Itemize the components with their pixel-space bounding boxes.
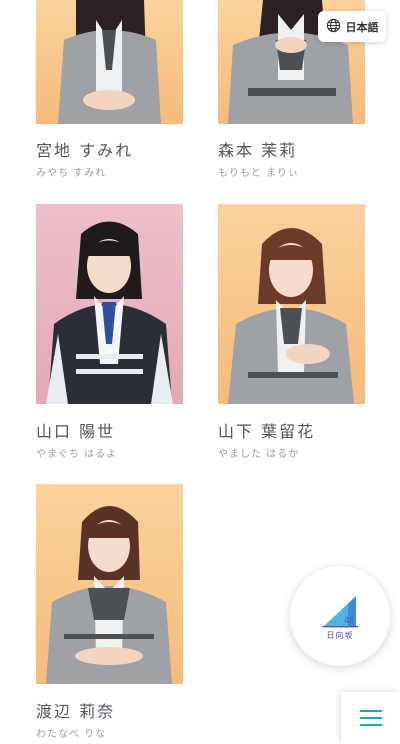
member-name[interactable]: 山下 葉留花 bbox=[218, 418, 315, 442]
member-kana: やまぐち はるよ bbox=[36, 449, 118, 460]
member-kana: みやち すみれ bbox=[36, 168, 107, 179]
member-name[interactable]: 森本 茉莉 bbox=[218, 137, 297, 161]
member-photo[interactable] bbox=[36, 484, 183, 684]
member-kana: もりもと まりぃ bbox=[218, 168, 299, 179]
language-label: 日本語 bbox=[345, 20, 379, 34]
member-kana: わたなべ りな bbox=[36, 729, 107, 740]
logo-home-button[interactable]: 46 日向坂 bbox=[290, 566, 390, 666]
globe-icon bbox=[326, 18, 341, 36]
logo-number: 46 bbox=[344, 616, 354, 625]
language-button[interactable]: 日本語 bbox=[318, 11, 386, 42]
member-photo[interactable] bbox=[36, 0, 183, 124]
member-name[interactable]: 宮地 すみれ bbox=[36, 137, 133, 161]
member-name[interactable]: 山口 陽世 bbox=[36, 418, 115, 442]
hamburger-menu-icon bbox=[359, 710, 382, 726]
member-kana: やました はるか bbox=[218, 449, 300, 460]
logo-text: 日向坂 bbox=[326, 630, 354, 640]
menu-button[interactable] bbox=[341, 692, 400, 744]
member-photo[interactable] bbox=[36, 204, 183, 404]
member-name[interactable]: 渡辺 莉奈 bbox=[36, 698, 115, 722]
hinatazaka-logo-icon: 46 bbox=[322, 595, 358, 627]
member-photo[interactable] bbox=[218, 204, 365, 404]
